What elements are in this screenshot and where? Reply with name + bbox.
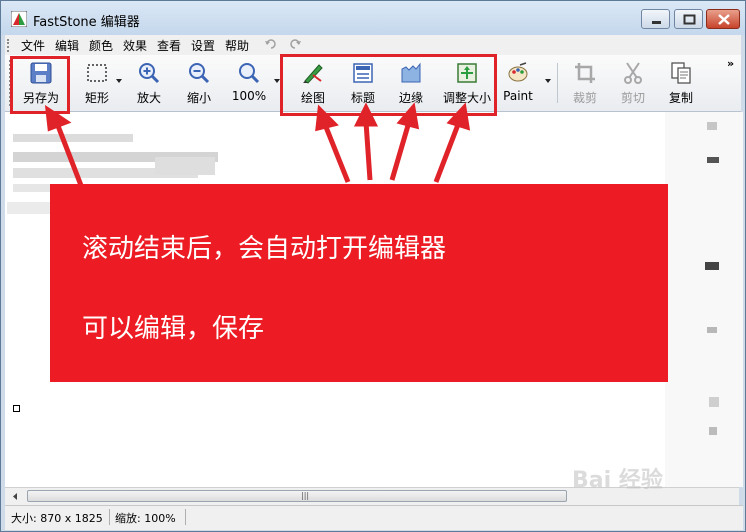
arrowhead	[446, 102, 471, 131]
instruction-callout: 滚动结束后，会自动打开编辑器 可以编辑，保存	[50, 184, 668, 382]
arrowhead	[315, 104, 339, 132]
callout-line-1: 滚动结束后，会自动打开编辑器	[82, 234, 447, 264]
arrow-to-save-as	[52, 117, 85, 189]
arrow-to-resize	[433, 121, 462, 183]
arrowhead	[396, 102, 420, 130]
baidu-watermark: Bai 经验	[572, 468, 663, 493]
callout-line-2: 可以编辑，保存	[82, 314, 265, 344]
arrowhead	[44, 104, 72, 132]
arrow-to-caption	[363, 121, 373, 181]
arrowhead	[353, 102, 379, 127]
arrow-to-draw	[321, 121, 351, 183]
arrow-to-edge	[389, 121, 412, 181]
